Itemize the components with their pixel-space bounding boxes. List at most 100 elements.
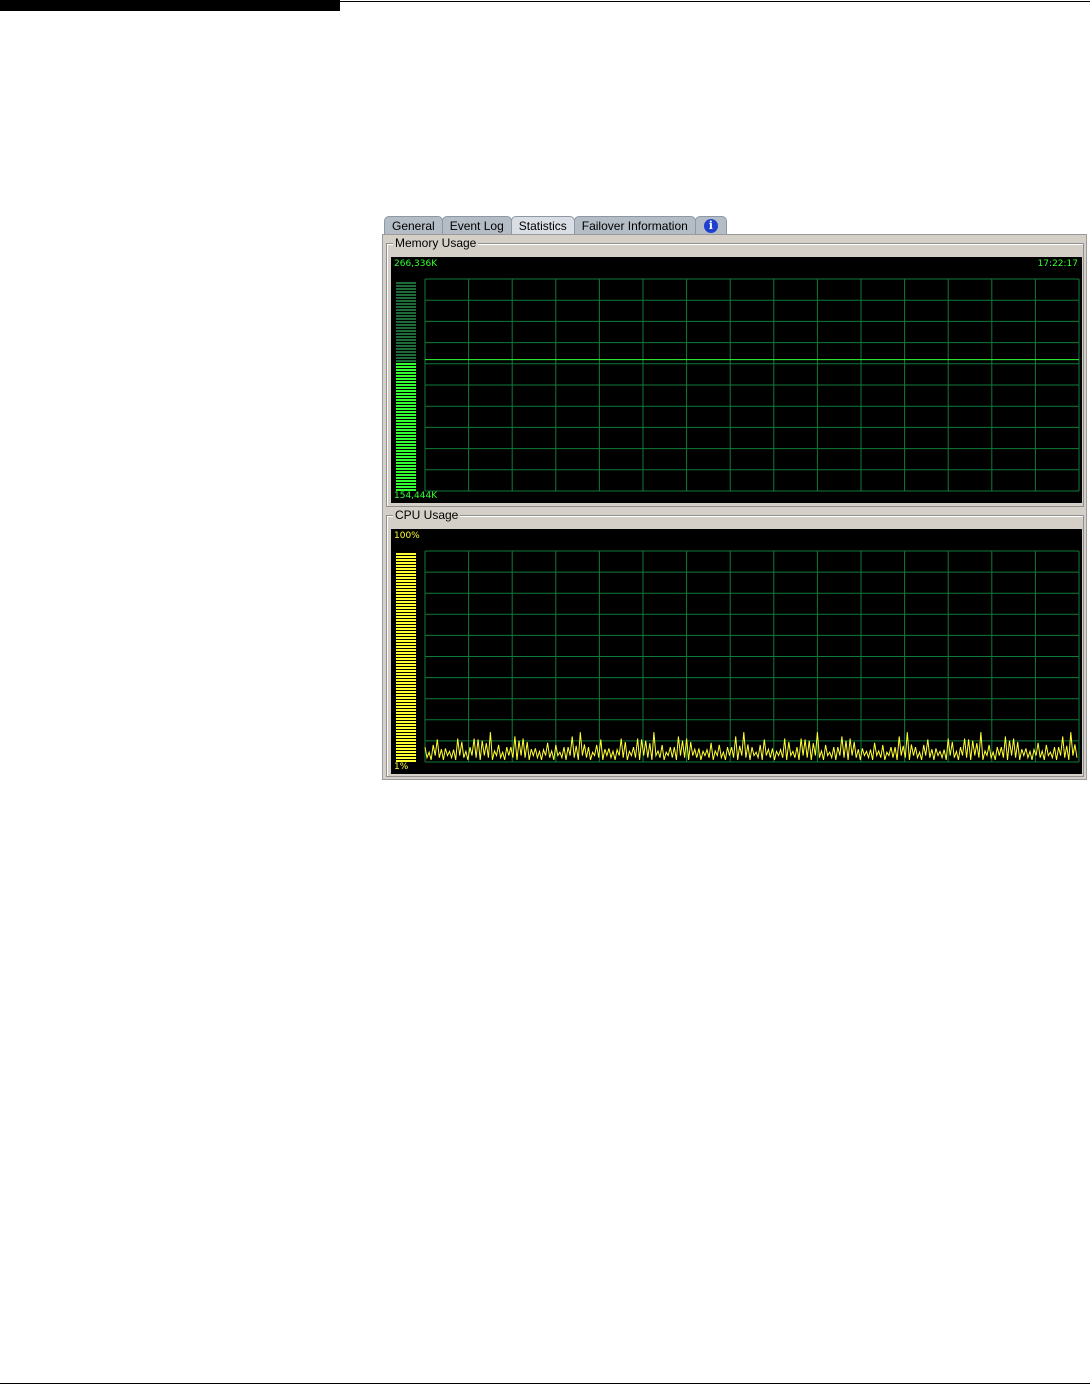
meter-segment: [396, 378, 416, 380]
meter-segment: [396, 571, 416, 573]
meter-segment: [396, 655, 416, 657]
meter-segment: [396, 459, 416, 461]
meter-segment: [396, 429, 416, 431]
meter-segment: [396, 438, 416, 440]
meter-segment: [396, 733, 416, 735]
meter-segment: [396, 471, 416, 473]
cpu-max-label: 100%: [394, 531, 420, 541]
meter-segment: [396, 742, 416, 744]
meter-segment: [396, 751, 416, 753]
meter-segment: [396, 381, 416, 383]
cpu-graph-screen: 100% 1%: [391, 529, 1082, 774]
memory-min-label: 154,444K: [394, 491, 438, 501]
meter-segment: [396, 673, 416, 675]
meter-segment: [396, 688, 416, 690]
meter-segment: [396, 622, 416, 624]
meter-segment: [396, 420, 416, 422]
meter-segment: [396, 727, 416, 729]
meter-segment: [396, 477, 416, 479]
meter-segment: [396, 474, 416, 476]
meter-segment: [396, 288, 416, 290]
meter-segment: [396, 435, 416, 437]
info-icon: i: [703, 219, 718, 233]
meter-segment: [396, 363, 416, 365]
meter-segment: [396, 384, 416, 386]
meter-segment: [396, 709, 416, 711]
meter-segment: [396, 282, 416, 284]
meter-segment: [396, 372, 416, 374]
meter-segment: [396, 631, 416, 633]
meter-segment: [396, 676, 416, 678]
meter-segment: [396, 736, 416, 738]
meter-segment: [396, 691, 416, 693]
meter-segment: [396, 718, 416, 720]
meter-segment: [396, 595, 416, 597]
meter-segment: [396, 556, 416, 558]
meter-segment: [396, 583, 416, 585]
meter-segment: [396, 309, 416, 311]
memory-graph-screen: 266,336K 17:22:17 154,444K: [391, 257, 1082, 503]
meter-segment: [396, 553, 416, 555]
tab-general[interactable]: General: [384, 216, 443, 235]
meter-segment: [396, 450, 416, 452]
meter-segment: [396, 324, 416, 326]
memory-usage-title: Memory Usage: [393, 236, 479, 250]
meter-segment: [396, 351, 416, 353]
meter-segment: [396, 565, 416, 567]
tab-event-log[interactable]: Event Log: [441, 216, 512, 235]
meter-segment: [396, 712, 416, 714]
meter-segment: [396, 366, 416, 368]
meter-segment: [396, 667, 416, 669]
meter-segment: [396, 748, 416, 750]
meter-segment: [396, 730, 416, 732]
meter-segment: [396, 390, 416, 392]
meter-segment: [396, 682, 416, 684]
meter-segment: [396, 616, 416, 618]
meter-segment: [396, 625, 416, 627]
header-rule: [0, 1, 1090, 2]
meter-segment: [396, 387, 416, 389]
meter-segment: [396, 456, 416, 458]
meter-segment: [396, 465, 416, 467]
meter-segment: [396, 285, 416, 287]
meter-segment: [396, 327, 416, 329]
meter-segment: [396, 586, 416, 588]
meter-segment: [396, 706, 416, 708]
meter-segment: [396, 321, 416, 323]
meter-segment: [396, 592, 416, 594]
meter-segment: [396, 562, 416, 564]
cpu-usage-title: CPU Usage: [393, 508, 461, 522]
meter-segment: [396, 601, 416, 603]
meter-segment: [396, 652, 416, 654]
meter-segment: [396, 345, 416, 347]
tab-failover-information[interactable]: Failover Information: [573, 216, 696, 235]
meter-segment: [396, 757, 416, 759]
meter-segment: [396, 694, 416, 696]
meter-segment: [396, 628, 416, 630]
tab-strip: General Event Log Statistics Failover In…: [384, 213, 727, 235]
meter-segment: [396, 408, 416, 410]
tab-statistics[interactable]: Statistics: [510, 216, 575, 235]
meter-segment: [396, 300, 416, 302]
meter-segment: [396, 348, 416, 350]
meter-segment: [396, 306, 416, 308]
statistics-window: General Event Log Statistics Failover In…: [381, 213, 1088, 780]
meter-segment: [396, 574, 416, 576]
meter-segment: [396, 679, 416, 681]
meter-segment: [396, 613, 416, 615]
meter-segment: [396, 417, 416, 419]
memory-time-label: 17:22:17: [1037, 259, 1078, 269]
meter-segment: [396, 610, 416, 612]
meter-segment: [396, 369, 416, 371]
cpu-series-line: [424, 732, 1078, 761]
meter-segment: [396, 637, 416, 639]
meter-segment: [396, 634, 416, 636]
statistics-panel: Memory Usage 266,336K 17:22:17 154,444K …: [382, 234, 1087, 780]
tab-info[interactable]: i: [694, 216, 727, 235]
meter-segment: [396, 402, 416, 404]
meter-segment: [396, 426, 416, 428]
meter-segment: [396, 444, 416, 446]
meter-segment: [396, 619, 416, 621]
meter-segment: [396, 598, 416, 600]
meter-segment: [396, 423, 416, 425]
